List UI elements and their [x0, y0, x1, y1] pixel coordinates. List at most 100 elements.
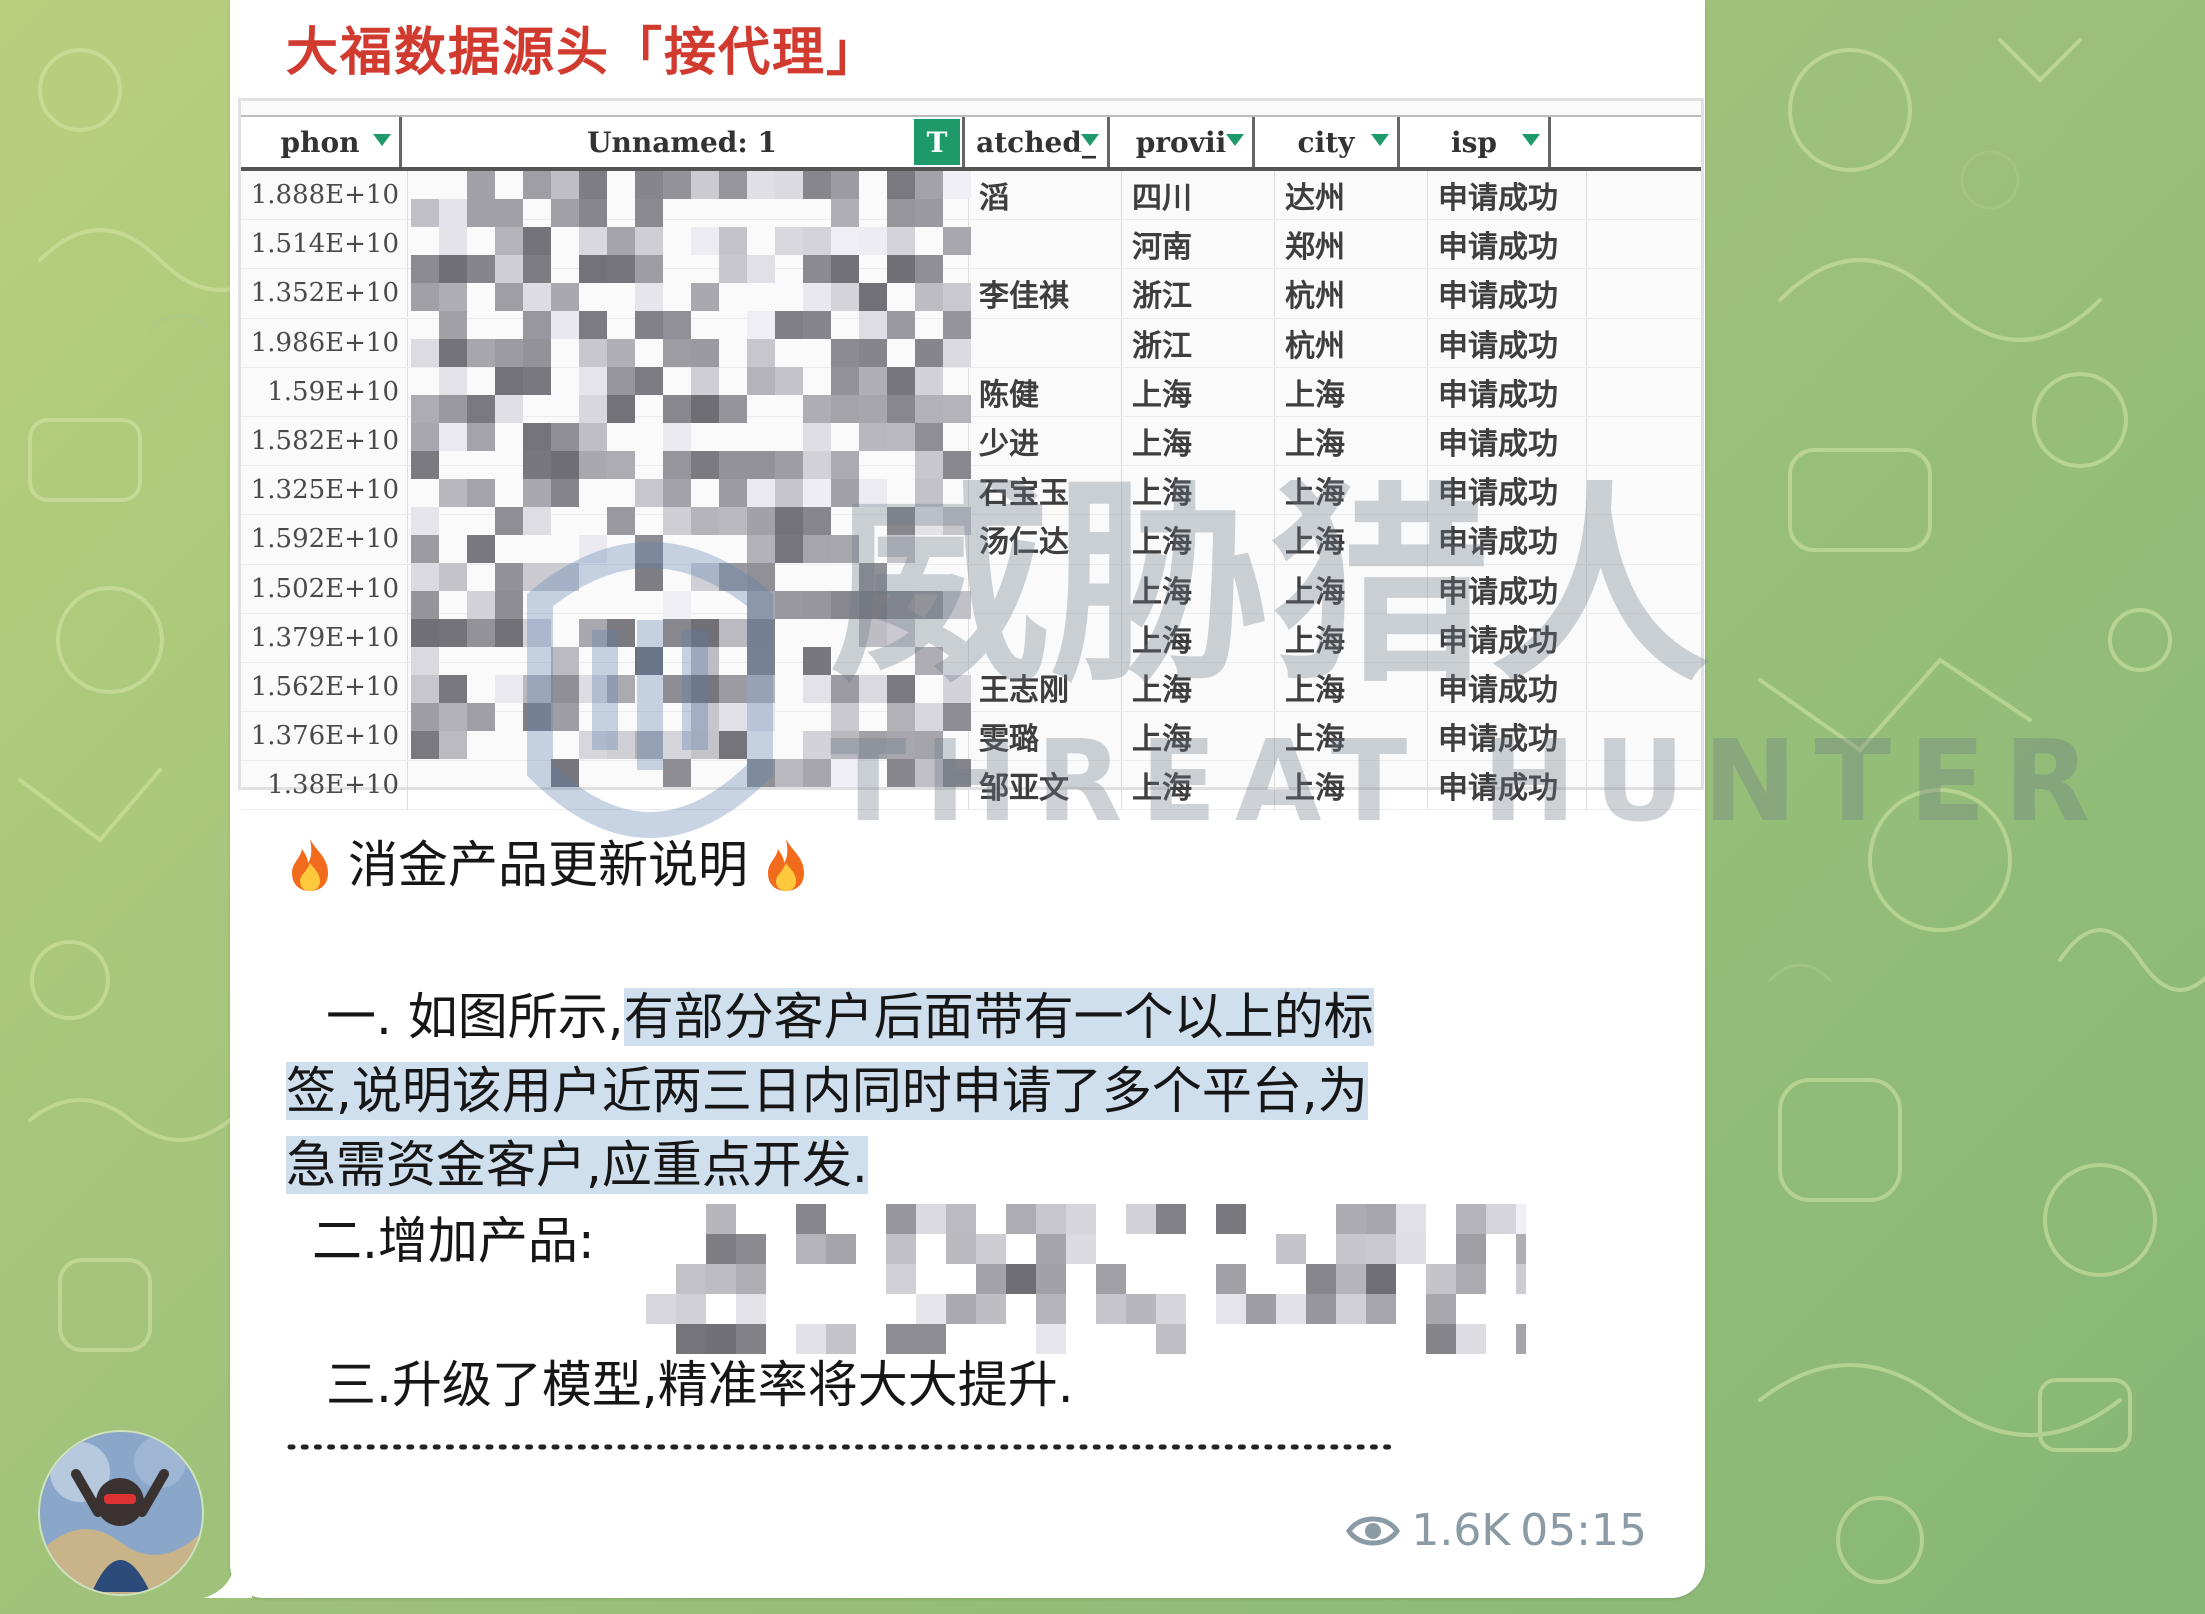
- cell-isp: 申请成功: [1428, 220, 1587, 269]
- paragraph-1-lead: 一. 如图所示,: [326, 988, 624, 1046]
- cell-isp: 申请成功: [1428, 269, 1587, 318]
- cell-province: 上海: [1122, 761, 1275, 810]
- cell-phone: 1.582E+10: [241, 416, 408, 465]
- cell-city: 上海: [1275, 515, 1428, 564]
- fire-icon: [292, 839, 328, 891]
- cell-isp: 申请成功: [1428, 712, 1587, 761]
- paragraph-2-lead: 二.增加产品:: [312, 1212, 595, 1270]
- channel-name[interactable]: 大福数据源头「接代理」: [286, 10, 880, 85]
- cell-matched: 滔: [969, 171, 1122, 219]
- message-title-line: 消金产品更新说明: [286, 828, 810, 902]
- cell-city: 上海: [1275, 466, 1428, 515]
- cell-province: 上海: [1122, 515, 1275, 564]
- cell-city: 上海: [1275, 712, 1428, 761]
- dotted-separator: [287, 1444, 1395, 1450]
- cell-isp: 申请成功: [1428, 466, 1587, 515]
- cell-isp: 申请成功: [1428, 416, 1587, 465]
- cell-province: 上海: [1122, 367, 1275, 416]
- cell-phone: 1.376E+10: [241, 712, 408, 761]
- cell-city: 杭州: [1275, 318, 1428, 367]
- column-label: phon: [280, 125, 360, 159]
- cell-city: 郑州: [1275, 220, 1428, 269]
- dropdown-arrow-icon: [1369, 129, 1391, 151]
- cell-province: 浙江: [1122, 318, 1275, 367]
- cell-matched: [969, 220, 1122, 269]
- cell-isp: 申请成功: [1428, 613, 1587, 662]
- column-label: isp: [1451, 125, 1497, 159]
- paragraph-2-line: 二.增加产品:: [312, 1204, 595, 1278]
- cell-isp: 申请成功: [1428, 515, 1587, 564]
- spreadsheet-image[interactable]: phon Unnamed: 1 T atched_ provii city is…: [238, 98, 1704, 811]
- cell-phone: 1.59E+10: [241, 367, 408, 416]
- cell-province: 上海: [1122, 712, 1275, 761]
- cell-matched: [969, 613, 1122, 662]
- cell-phone: 1.379E+10: [241, 613, 408, 662]
- column-header-isp: isp: [1400, 117, 1551, 167]
- paragraph-1-highlight-b[interactable]: 签,说明该用户近两三日内同时申请了多个平台,为: [286, 1062, 1368, 1120]
- column-label: city: [1297, 125, 1355, 159]
- paragraph-1-line-3: 急需资金客户,应重点开发.: [286, 1128, 868, 1202]
- cell-phone: 1.986E+10: [241, 318, 408, 367]
- cell-matched: [969, 318, 1122, 367]
- cell-matched: 雯璐: [969, 712, 1122, 761]
- column-header-unnamed: Unnamed: 1 T: [402, 117, 965, 167]
- cell-isp: 申请成功: [1428, 662, 1587, 711]
- cell-matched: 邹亚文: [969, 761, 1122, 810]
- fire-icon: [768, 839, 804, 891]
- cell-matched: [969, 564, 1122, 613]
- column-header-province: provii: [1110, 117, 1255, 167]
- message-time: 05:15: [1520, 1505, 1647, 1556]
- paragraph-3: 三.升级了模型,精准率将大大提升.: [326, 1356, 1074, 1414]
- cell-city: 上海: [1275, 367, 1428, 416]
- message-title: 消金产品更新说明: [348, 836, 748, 894]
- cell-matched: 李佳祺: [969, 269, 1122, 318]
- filter-active-icon: T: [914, 119, 960, 165]
- cell-province: 上海: [1122, 662, 1275, 711]
- cell-city: 上海: [1275, 662, 1428, 711]
- cell-city: 杭州: [1275, 269, 1428, 318]
- cell-phone: 1.325E+10: [241, 466, 408, 515]
- view-count: 1.6K: [1411, 1505, 1511, 1556]
- avatar[interactable]: [38, 1430, 204, 1596]
- sheet-header-row: phon Unnamed: 1 T atched_ provii city is…: [241, 115, 1701, 171]
- cell-province: 上海: [1122, 416, 1275, 465]
- cell-matched: 陈健: [969, 367, 1122, 416]
- column-label: provii: [1135, 125, 1227, 159]
- dropdown-arrow-icon: [371, 129, 393, 151]
- cell-province: 浙江: [1122, 269, 1275, 318]
- cell-province: 河南: [1122, 220, 1275, 269]
- cell-city: 上海: [1275, 761, 1428, 810]
- cell-city: 上海: [1275, 416, 1428, 465]
- cell-matched: 汤仁达: [969, 515, 1122, 564]
- cell-phone: 1.514E+10: [241, 220, 408, 269]
- cell-phone: 1.38E+10: [241, 761, 408, 810]
- cell-province: 上海: [1122, 564, 1275, 613]
- cell-isp: 申请成功: [1428, 171, 1587, 219]
- dropdown-arrow-icon: [1079, 129, 1101, 151]
- column-header-phone: phon: [241, 117, 402, 167]
- cell-matched: 少进: [969, 416, 1122, 465]
- cell-phone: 1.502E+10: [241, 564, 408, 613]
- cell-city: 上海: [1275, 564, 1428, 613]
- pixelated-redaction: [411, 171, 971, 787]
- cell-matched: 石宝玉: [969, 466, 1122, 515]
- column-label: Unnamed: 1: [587, 125, 777, 159]
- eye-icon: [1346, 1516, 1401, 1545]
- cell-isp: 申请成功: [1428, 564, 1587, 613]
- cell-matched: 王志刚: [969, 662, 1122, 711]
- cell-isp: 申请成功: [1428, 318, 1587, 367]
- column-label: atched_: [976, 125, 1096, 159]
- message-bubble[interactable]: 大福数据源头「接代理」 phon Unnamed: 1 T atched_ pr…: [230, 0, 2090, 1598]
- paragraph-3-line: 三.升级了模型,精准率将大大提升.: [326, 1348, 1074, 1422]
- avatar-image: [40, 1432, 202, 1594]
- paragraph-1-highlight-c[interactable]: 急需资金客户,应重点开发.: [286, 1136, 868, 1194]
- cell-province: 上海: [1122, 613, 1275, 662]
- paragraph-1-line-1: 一. 如图所示,有部分客户后面带有一个以上的标: [326, 980, 1374, 1054]
- paragraph-1-highlight-a[interactable]: 有部分客户后面带有一个以上的标: [623, 988, 1374, 1046]
- cell-province: 上海: [1122, 466, 1275, 515]
- cell-phone: 1.352E+10: [241, 269, 408, 318]
- dropdown-arrow-icon: [1520, 129, 1542, 151]
- message-meta: 1.6K 05:15: [1345, 1505, 1647, 1556]
- cell-city: 达州: [1275, 171, 1428, 219]
- column-header-matched: atched_: [965, 117, 1110, 167]
